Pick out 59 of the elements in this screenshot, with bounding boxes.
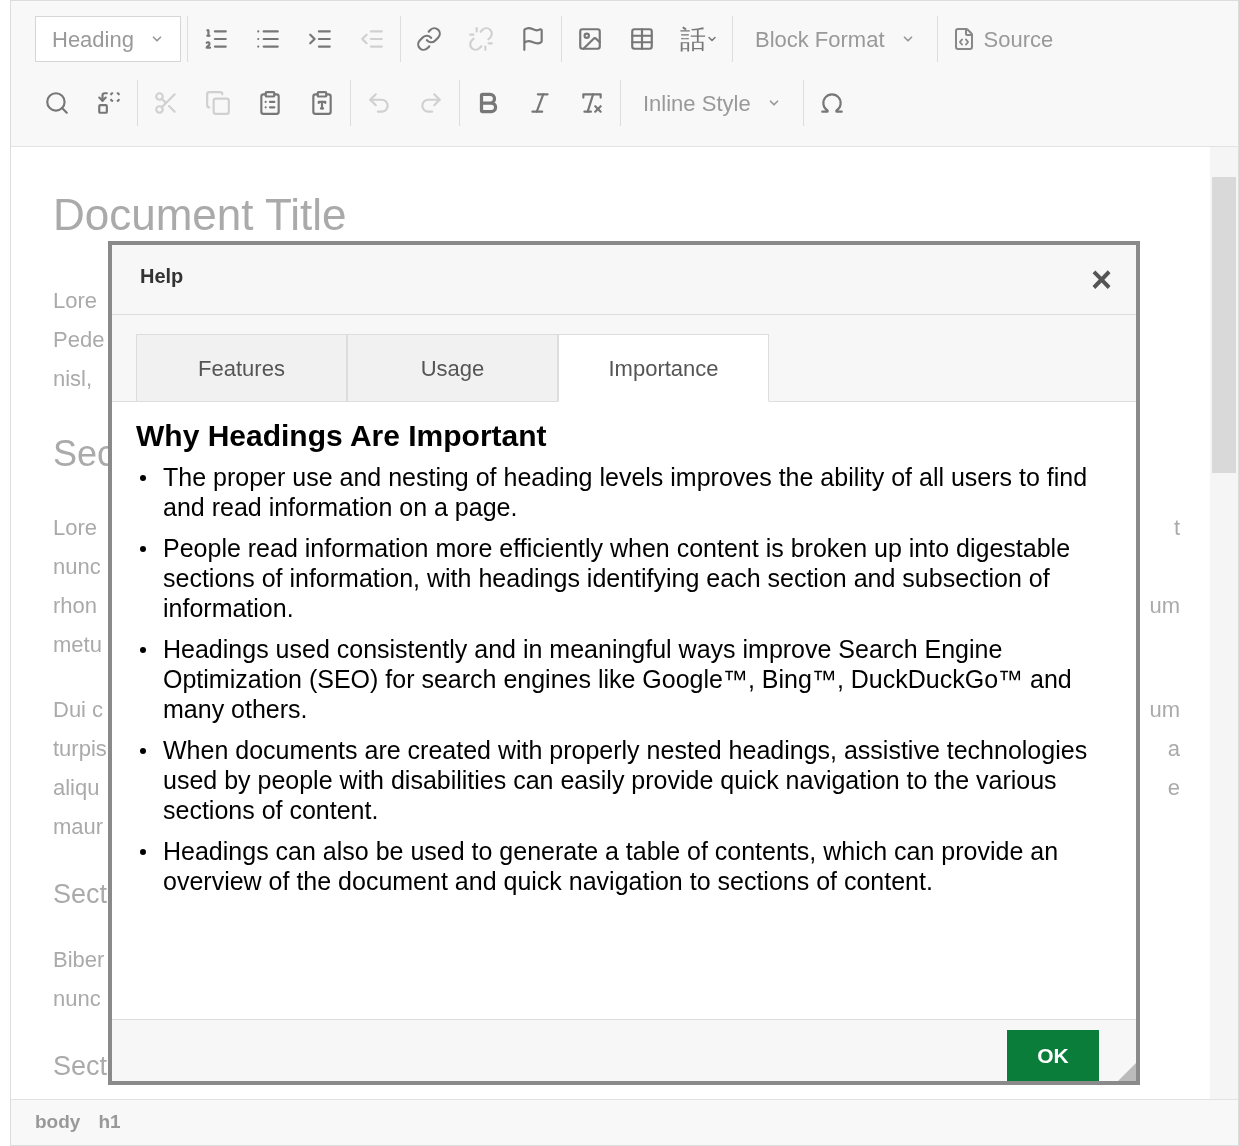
bullet-text: Headings used consistently and in meaningful ways improve Search Engine Optimization (SEO) for search engines like Google™, Bing™, DuckDuckGo™ and many others.: [163, 634, 1073, 724]
link-icon: [415, 26, 442, 52]
paragraph-text: e: [1167, 774, 1180, 802]
clear-format-icon: [579, 90, 605, 116]
dialog-tab[interactable]: Usage: [347, 334, 558, 402]
element-path-item[interactable]: h1: [98, 1108, 121, 1137]
bullet-text: Headings can also be used to generate a table of contents, which can provide an overview of the document and quick navigation to sections of content.: [163, 836, 1060, 896]
bullet-icon: [140, 475, 146, 481]
redo-icon: [418, 90, 444, 116]
paragraph-text: rhon: [53, 592, 98, 620]
image-icon: [576, 26, 603, 52]
unlink-icon: [467, 26, 494, 52]
element-path-item[interactable]: body: [35, 1108, 81, 1137]
paragraph-text: aliqu: [53, 774, 100, 802]
paragraph-text: Dui c: [53, 696, 104, 724]
clipboard-word-icon: [309, 90, 335, 116]
paragraph-text: maur: [53, 813, 104, 841]
paragraph-text: turpis: [53, 735, 107, 763]
table-icon: [628, 26, 655, 52]
format-dropdown[interactable]: Block Format: [738, 16, 931, 62]
format-dropdown[interactable]: Inline Style: [627, 80, 797, 126]
bullet-icon: [140, 849, 146, 855]
dialog-tab[interactable]: Importance: [558, 334, 769, 402]
bullet-icon: [140, 748, 146, 754]
bullet-text: People read information more efficiently when content is broken up into digestable sections of information, with headings identifying each section and subsection of information.: [163, 533, 1072, 623]
format-dropdown[interactable]: Heading: [35, 16, 181, 62]
paragraph-text: nisl,: [53, 365, 93, 393]
undo-icon: [366, 90, 392, 116]
dialog-title: Help: [140, 263, 184, 289]
paragraph-text: Pede: [53, 326, 105, 354]
bullet-icon: [140, 546, 146, 552]
heading-text: Document Title: [53, 193, 347, 237]
paragraph-text: metu: [53, 631, 102, 659]
copy-icon: [205, 90, 231, 116]
paragraph-text: nunc: [53, 985, 101, 1013]
paragraph-text: Lore: [53, 514, 98, 542]
paragraph-text: um: [1149, 592, 1180, 620]
paragraph-text: Lore: [53, 287, 98, 315]
paragraph-text: a: [1167, 735, 1180, 763]
ok-button[interactable]: OK: [1007, 1030, 1099, 1081]
clipboard-icon: [257, 90, 283, 116]
language-button[interactable]: 話: [671, 16, 726, 62]
search-icon: [44, 90, 70, 116]
replace-icon: [96, 90, 122, 116]
paragraph-text: Biber: [53, 946, 105, 974]
paragraph-text: t: [1173, 514, 1180, 542]
paragraph-text: nunc: [53, 553, 101, 581]
bullet-text: When documents are created with properly nested headings, assistive technologies used by people with disabilities can easily provide quick navigation to the various sections of content.: [163, 735, 1089, 825]
scissors-icon: [153, 90, 179, 116]
section-heading: Why Headings Are Important: [136, 418, 548, 454]
close-button[interactable]: ×: [1090, 261, 1112, 298]
source-button[interactable]: Source: [943, 16, 1062, 62]
resize-grip-icon: [1118, 1063, 1136, 1081]
heading-text: Sect: [53, 878, 108, 911]
bullet-icon: [140, 647, 146, 653]
paragraph-text: um: [1149, 696, 1180, 724]
dialog-tab[interactable]: Features: [136, 334, 347, 402]
bullet-text: The proper use and nesting of heading levels improves the ability of all users to find and read information on a page.: [163, 462, 1089, 522]
omega-icon: [818, 90, 845, 116]
